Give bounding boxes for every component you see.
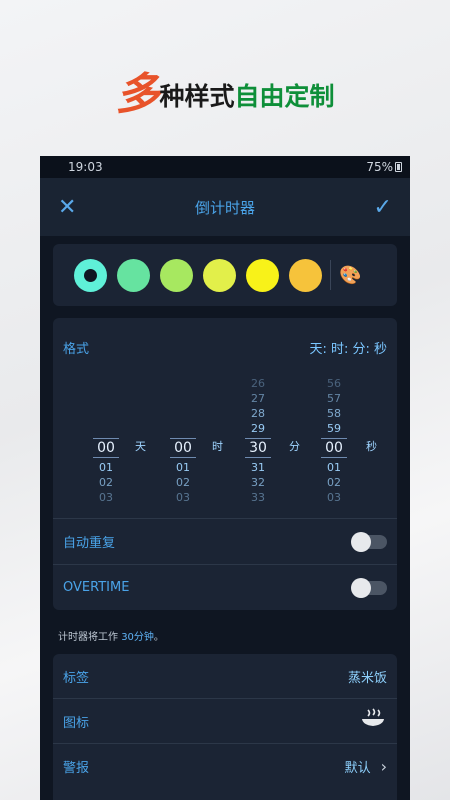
tag-row[interactable]: 标签 蒸米饭 [53,654,397,699]
battery-status: 75% [366,160,402,174]
picker-value: 01 [327,461,341,474]
picker-value: 02 [327,476,341,489]
color-selector: 🎨 [53,244,397,306]
picker-selected-value: 30 [245,438,271,458]
picker-selected-value: 00 [93,438,119,458]
icon-label: 图标 [63,715,90,731]
picker-unit-label: 秒 [366,440,377,453]
picker-value: 01 [99,461,113,474]
color-swatch[interactable] [74,258,107,292]
promo-dark: 种样式 [159,82,235,111]
overtime-row[interactable]: OVERTIME [53,564,397,610]
picker-value: 03 [327,491,341,504]
picker-value: 33 [251,491,265,504]
chevron-right-icon: › [380,757,387,776]
duration-note: 计时器将工作 30分钟。 [58,632,164,643]
promo-green: 自由定制 [234,82,335,111]
divider [330,260,331,290]
format-label: 格式 [63,342,90,357]
picker-column[interactable]: 00 01 02 03 [170,436,196,505]
picker-column[interactable]: 26 27 28 29 30 31 32 33 [245,376,271,505]
picker-selected-value: 00 [170,438,196,458]
promo-big: 多 [115,69,160,120]
picker-selected-value: 00 [321,438,347,458]
alarm-label: 警报 [63,761,90,776]
close-icon[interactable]: ✕ [58,195,76,220]
format-card: 格式 天: 时: 分: 秒 00 01 02 03 天 00 01 02 03 时 26 27 28 29… [53,318,397,610]
auto-repeat-row[interactable]: 自动重复 [53,518,397,564]
tag-label: 标签 [63,670,90,686]
tag-value: 蒸米饭 [347,670,387,686]
picker-value: 03 [176,491,190,504]
picker-value: 57 [327,392,341,405]
color-swatch[interactable] [289,258,322,292]
picker-value: 02 [176,476,190,489]
picker-value: 58 [327,407,341,420]
battery-icon [395,162,402,172]
palette-icon[interactable]: 🎨 [339,265,361,286]
alarm-row[interactable]: 警报 默认 › [53,744,397,789]
picker-value: 03 [99,491,113,504]
picker-unit-label: 天 [135,440,146,453]
rice-bowl-icon [359,708,387,734]
color-swatch[interactable] [246,258,279,292]
status-bar: 19:03 75% [40,156,410,178]
picker-value: 56 [327,377,341,390]
color-swatch[interactable] [203,258,236,292]
picker-unit-label: 时 [212,440,223,453]
format-value[interactable]: 天: 时: 分: 秒 [309,338,387,357]
check-icon[interactable]: ✓ [374,195,392,220]
picker-value: 01 [176,461,190,474]
auto-repeat-label: 自动重复 [63,536,116,551]
overtime-label: OVERTIME [63,580,130,595]
alarm-value: 默认 [344,761,371,776]
picker-column[interactable]: 00 01 02 03 [93,436,119,505]
picker-value: 29 [251,422,265,435]
picker-value: 32 [251,476,265,489]
picker-value: 27 [251,392,265,405]
picker-value: 59 [327,422,341,435]
status-time: 19:03 [68,160,103,174]
icon-row[interactable]: 图标 [53,699,397,744]
color-swatch[interactable] [117,258,150,292]
picker-value: 28 [251,407,265,420]
picker-value: 02 [99,476,113,489]
page-title: 倒计时器 [194,198,255,217]
promo-heading: 多种样式自由定制 [0,58,450,122]
auto-repeat-toggle[interactable] [351,531,387,552]
time-picker[interactable]: 00 01 02 03 天 00 01 02 03 时 26 27 28 29 30 31 32 33 分 56 57 5… [53,376,397,511]
meta-card: 标签 蒸米饭 图标 警报 默认 › [53,654,397,800]
overtime-toggle[interactable] [351,577,387,598]
picker-column[interactable]: 56 57 58 59 00 01 02 03 [321,376,347,505]
picker-value: 31 [251,461,265,474]
app-bar: ✕ 倒计时器 ✓ [40,178,410,236]
picker-value: 26 [251,377,265,390]
color-swatch[interactable] [160,258,193,292]
picker-unit-label: 分 [289,440,300,453]
phone-screen: 19:03 75% ✕ 倒计时器 ✓ 🎨 格式 天: 时: 分: 秒 00 01 0… [40,156,410,800]
